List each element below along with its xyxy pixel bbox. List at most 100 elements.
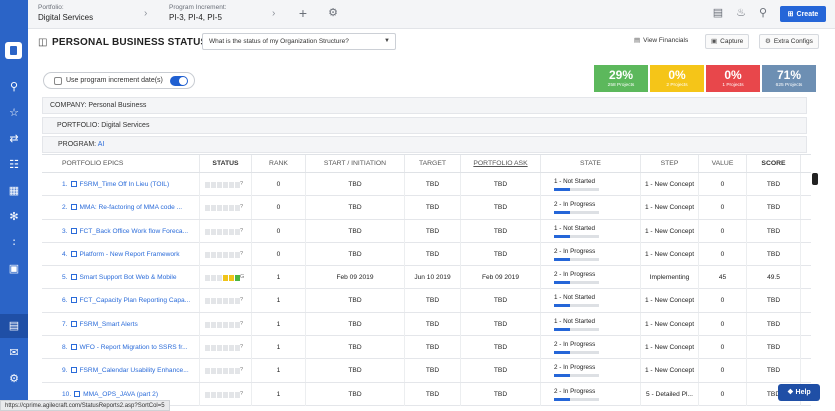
bell-icon[interactable]: ♨ <box>734 6 748 20</box>
state-label: 2 - In Progress <box>554 364 596 372</box>
state-box: 2 - In Progress <box>554 341 614 355</box>
stat-tile-green[interactable]: 29% 258 Projects <box>594 65 648 92</box>
company-row[interactable]: COMPANY: Personal Business <box>42 97 807 114</box>
shuffle-icon[interactable]: ⇄ <box>6 132 22 146</box>
create-button[interactable]: ⊞ Create <box>780 6 826 22</box>
cell-target: TBD <box>405 173 461 196</box>
status-segment <box>217 275 222 282</box>
view-financials-button[interactable]: ▤ View Financials <box>629 34 693 49</box>
stat-tile-blue[interactable]: 71% 625 Projects <box>762 65 816 92</box>
status-segment <box>223 205 228 212</box>
epic-link[interactable]: 2. MMA: Re-factoring of MMA code ... <box>42 196 200 220</box>
state-box: 2 - In Progress <box>554 201 614 215</box>
epic-link[interactable]: 3. FCT_Back Office Work flow Foreca... <box>42 219 200 243</box>
stat-percent: 71% <box>776 68 802 82</box>
epic-link[interactable]: 7. FSRM_Smart Alerts <box>42 312 200 336</box>
program-row[interactable]: PROGRAM: AI <box>42 136 807 153</box>
status-question-select[interactable]: What is the status of my Organization St… <box>202 33 396 50</box>
table-row[interactable]: 7. FSRM_Smart Alerts? 1 TBD TBD TBD 1 - Not St… <box>42 312 811 337</box>
table-row[interactable]: 8. WFO - Report Migration to SSRS fr...? 1… <box>42 336 811 360</box>
search-icon[interactable]: ⚲ <box>756 6 770 20</box>
org-chart-icon[interactable]: ▦ <box>6 184 22 198</box>
col-portfolio-epics[interactable]: PORTFOLIO EPICS <box>42 155 200 172</box>
table-row[interactable]: 4. Platform - New Report Framework? 0 TBD TB… <box>42 242 811 267</box>
cell-target: TBD <box>405 336 461 360</box>
program-increment-toggle[interactable]: Use program increment date(s) <box>43 72 195 89</box>
cell-value: 0 <box>699 312 747 336</box>
signal-icon[interactable]: ∶ <box>6 236 22 250</box>
state-label: 1 - Not Started <box>554 317 595 325</box>
stat-tile-red[interactable]: 0% 1 Projects <box>706 65 760 92</box>
table-row[interactable]: 5. Smart Support Bot Web & Mobile G 1 Feb 09… <box>42 266 811 290</box>
state-progress-fill <box>554 374 570 378</box>
col-step[interactable]: STEP <box>641 155 699 172</box>
epic-name: MMA_OPS_JAVA (part 2) <box>83 390 159 398</box>
col-rank[interactable]: RANK <box>252 155 306 172</box>
cell-value: 0 <box>699 336 747 360</box>
create-button-label: Create <box>796 10 819 18</box>
toggle-label: Use program increment date(s) <box>66 77 163 84</box>
network-icon[interactable]: ✻ <box>6 210 22 224</box>
table-row[interactable]: 3. FCT_Back Office Work flow Foreca...? 0 T… <box>42 219 811 243</box>
state-progress-fill <box>554 188 570 191</box>
app-logo[interactable] <box>5 42 22 59</box>
state-progress-fill <box>554 327 570 331</box>
state-label: 2 - In Progress <box>554 247 596 255</box>
col-value[interactable]: VALUE <box>699 155 747 172</box>
state-label: 1 - Not Started <box>554 294 595 302</box>
status-bar <box>205 391 240 398</box>
cell-ask: TBD <box>461 289 541 313</box>
state-box: 2 - In Progress <box>554 364 614 378</box>
capture-button[interactable]: ▣ Capture <box>705 34 750 49</box>
cell-score: TBD <box>747 289 801 313</box>
search-icon[interactable]: ⚲ <box>6 80 22 94</box>
star-icon[interactable]: ☆ <box>6 106 22 120</box>
extra-configs-button[interactable]: ⚙ Extra Configs <box>759 34 819 49</box>
help-button[interactable]: ❖ Help <box>778 384 820 401</box>
epic-link[interactable]: 1. FSRM_Time Off In Lieu (TOIL) <box>42 173 200 196</box>
reports-chart-icon[interactable]: ▤ <box>6 319 22 333</box>
epic-link[interactable]: 6. FCT_Capacity Plan Reporting Capa... <box>42 289 200 313</box>
checkbox[interactable] <box>54 77 62 85</box>
cell-ask: TBD <box>461 336 541 360</box>
cell-value: 0 <box>699 173 747 196</box>
cell-rank: 1 <box>252 359 306 383</box>
portfolio-text: PORTFOLIO: Digital Services <box>57 122 150 129</box>
status-segment <box>229 228 234 235</box>
table-row[interactable]: 6. FCT_Capacity Plan Reporting Capa...? 1 T… <box>42 289 811 313</box>
settings-cogs-icon[interactable]: ⚙ <box>326 6 340 20</box>
portfolio-selector[interactable]: Portfolio: Digital Services <box>38 4 93 22</box>
scrollbar-thumb[interactable] <box>812 173 818 185</box>
epic-link[interactable]: 5. Smart Support Bot Web & Mobile <box>42 266 200 290</box>
col-state[interactable]: STATE <box>541 155 641 172</box>
status-letter: ? <box>240 367 244 374</box>
epic-link[interactable]: 8. WFO - Report Migration to SSRS fr... <box>42 336 200 360</box>
grid-icon <box>70 204 77 211</box>
hierarchy-icon[interactable]: ☷ <box>6 158 22 172</box>
col-portfolio-ask[interactable]: PORTFOLIO ASK <box>461 155 541 172</box>
chat-icon[interactable]: ✉ <box>6 346 22 360</box>
table-row[interactable]: 1. FSRM_Time Off In Lieu (TOIL)? 0 TBD TBD TB… <box>42 173 811 197</box>
status-segment <box>229 345 234 352</box>
clipboard-icon[interactable]: ▤ <box>711 6 725 20</box>
portfolio-row[interactable]: PORTFOLIO: Digital Services <box>42 117 807 134</box>
toggle-switch[interactable] <box>170 76 188 86</box>
col-start[interactable]: START / INITIATION <box>306 155 405 172</box>
program-increment-selector[interactable]: Program Increment: PI-3, PI-4, PI-5 <box>169 4 226 22</box>
gear-icon[interactable]: ⚙ <box>6 372 22 386</box>
cell-rank: 1 <box>252 312 306 336</box>
epic-link[interactable]: 9. FSRM_Calendar Usability Enhance... <box>42 359 200 383</box>
cell-target: TBD <box>405 382 461 406</box>
col-target[interactable]: TARGET <box>405 155 461 172</box>
plus-icon[interactable]: + <box>296 6 310 20</box>
cell-start: TBD <box>306 312 405 336</box>
state-cell: 2 - In Progress <box>541 242 641 266</box>
inbox-icon[interactable]: ▣ <box>6 262 22 276</box>
table-row[interactable]: 2. MMA: Re-factoring of MMA code ...? 0 TBD… <box>42 196 811 220</box>
col-score[interactable]: SCORE <box>747 155 801 172</box>
table-row[interactable]: 9. FSRM_Calendar Usability Enhance...? 1 TB… <box>42 359 811 383</box>
stat-tile-yellow[interactable]: 0% 2 Projects <box>650 65 704 92</box>
col-status[interactable]: STATUS <box>200 155 252 172</box>
grid-icon <box>70 367 77 374</box>
epic-link[interactable]: 4. Platform - New Report Framework <box>42 242 200 266</box>
